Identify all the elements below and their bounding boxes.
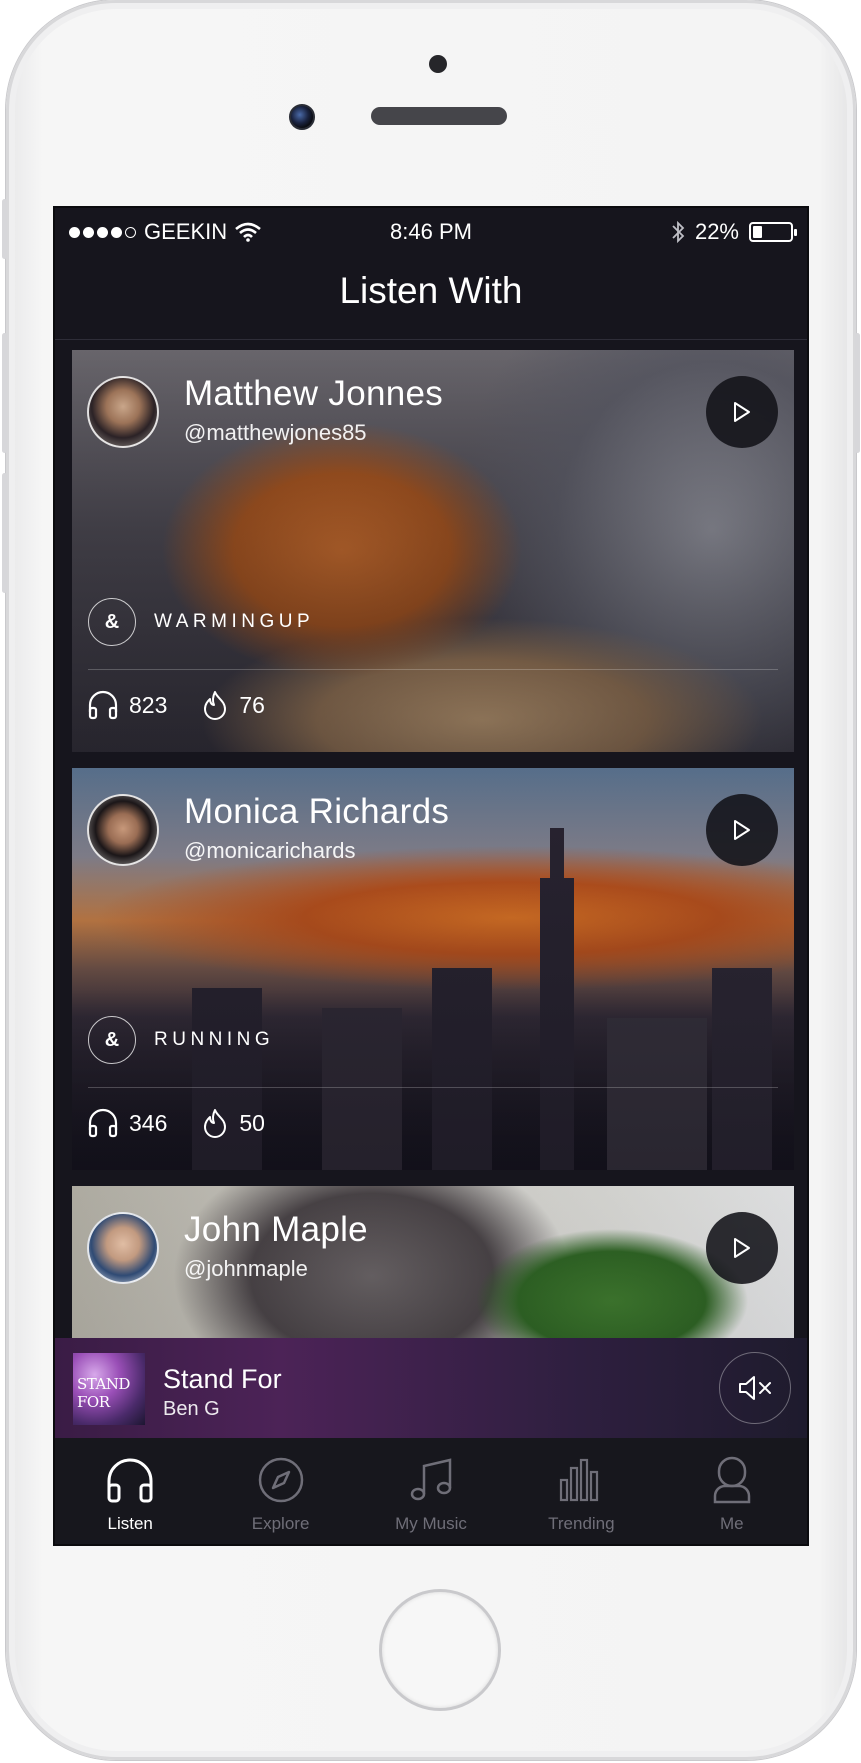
play-button[interactable] xyxy=(706,1212,778,1284)
card-stats: 823 76 xyxy=(87,690,299,720)
headphones-icon xyxy=(88,1108,118,1138)
tab-me[interactable]: Me xyxy=(657,1438,807,1544)
ampersand-icon: & xyxy=(88,1016,136,1064)
speaker-muted-icon xyxy=(739,1376,771,1400)
like-count[interactable]: 76 xyxy=(201,690,265,720)
activity-tag[interactable]: & RUNNING xyxy=(88,1016,274,1064)
battery-fill xyxy=(753,226,762,238)
listener-count-value: 346 xyxy=(129,1109,168,1136)
music-note-icon xyxy=(410,1458,452,1501)
front-camera xyxy=(289,104,315,130)
mute-button[interactable] xyxy=(719,1352,791,1424)
tab-trending[interactable]: Trending xyxy=(506,1438,656,1544)
app-screen: GEEKIN 8:46 PM 22% Listen With Matthew J… xyxy=(53,206,809,1546)
like-count-value: 50 xyxy=(239,1109,265,1136)
album-art[interactable]: STAND FOR xyxy=(73,1353,145,1425)
now-playing-title: Stand For xyxy=(163,1364,282,1394)
status-bar: GEEKIN 8:46 PM 22% xyxy=(55,208,807,256)
person-icon xyxy=(713,1456,750,1504)
tab-label: Explore xyxy=(251,1514,310,1533)
listen-card[interactable]: Matthew Jonnes @matthewjones85 & WARMING… xyxy=(72,350,794,752)
home-button[interactable] xyxy=(379,1589,501,1711)
volume-down-button xyxy=(2,473,7,593)
user-name[interactable]: Matthew Jonnes xyxy=(184,374,443,414)
card-divider xyxy=(88,1087,778,1088)
card-stats: 346 50 xyxy=(87,1108,299,1138)
user-handle[interactable]: @johnmaple xyxy=(184,1256,308,1282)
play-icon xyxy=(734,402,750,422)
tab-label: Listen xyxy=(107,1514,153,1533)
bluetooth-icon xyxy=(672,220,685,244)
tab-label: My Music xyxy=(395,1514,467,1533)
user-handle[interactable]: @matthewjones85 xyxy=(184,420,367,446)
album-art-lettering: STAND FOR xyxy=(77,1375,130,1411)
proximity-sensor xyxy=(429,55,447,73)
listener-count-value: 823 xyxy=(129,691,168,718)
battery-icon xyxy=(749,222,797,242)
flame-icon xyxy=(204,691,227,720)
play-button[interactable] xyxy=(706,794,778,866)
user-handle[interactable]: @monicarichards xyxy=(184,838,356,864)
flame-icon xyxy=(204,1109,227,1138)
activity-label: WARMINGUP xyxy=(154,611,315,632)
card-overlay xyxy=(72,1186,794,1338)
avatar[interactable] xyxy=(87,376,159,448)
bar-chart-icon xyxy=(560,1458,599,1502)
power-button xyxy=(855,333,860,453)
activity-label: RUNNING xyxy=(154,1029,275,1050)
page-title: Listen With xyxy=(339,270,523,311)
tab-label: Trending xyxy=(548,1514,615,1533)
ampersand-icon: & xyxy=(88,598,136,646)
headphones-icon xyxy=(88,690,118,720)
tab-bar: Listen Explore My Music Trending Me xyxy=(55,1438,807,1544)
now-playing-artist: Ben G xyxy=(163,1398,220,1420)
play-icon xyxy=(734,1238,750,1258)
card-divider xyxy=(88,669,778,670)
like-count[interactable]: 50 xyxy=(201,1108,265,1138)
tab-my-music[interactable]: My Music xyxy=(356,1438,506,1544)
avatar[interactable] xyxy=(87,1212,159,1284)
listener-count: 823 xyxy=(87,690,167,720)
avatar[interactable] xyxy=(87,794,159,866)
user-name[interactable]: John Maple xyxy=(184,1210,368,1250)
play-button[interactable] xyxy=(706,376,778,448)
tab-listen[interactable]: Listen xyxy=(55,1438,205,1544)
earpiece-speaker xyxy=(371,107,507,125)
now-playing-bar[interactable]: STAND FOR Stand For Ben G xyxy=(55,1338,807,1438)
headphones-icon xyxy=(107,1458,153,1503)
user-name[interactable]: Monica Richards xyxy=(184,792,449,832)
volume-up-button xyxy=(2,333,7,453)
listen-with-feed[interactable]: Matthew Jonnes @matthewjones85 & WARMING… xyxy=(55,340,807,1338)
like-count-value: 76 xyxy=(239,691,265,718)
activity-tag[interactable]: & WARMINGUP xyxy=(88,598,314,646)
play-icon xyxy=(734,820,750,840)
listen-card[interactable]: Monica Richards @monicarichards & RUNNIN… xyxy=(72,768,794,1170)
compass-icon xyxy=(258,1457,303,1503)
listen-card[interactable]: John Maple @johnmaple xyxy=(72,1186,794,1338)
mute-switch xyxy=(2,199,7,259)
listener-count: 346 xyxy=(87,1108,167,1138)
tab-explore[interactable]: Explore xyxy=(205,1438,355,1544)
battery-percent: 22% xyxy=(694,219,739,244)
tab-label: Me xyxy=(719,1514,744,1533)
